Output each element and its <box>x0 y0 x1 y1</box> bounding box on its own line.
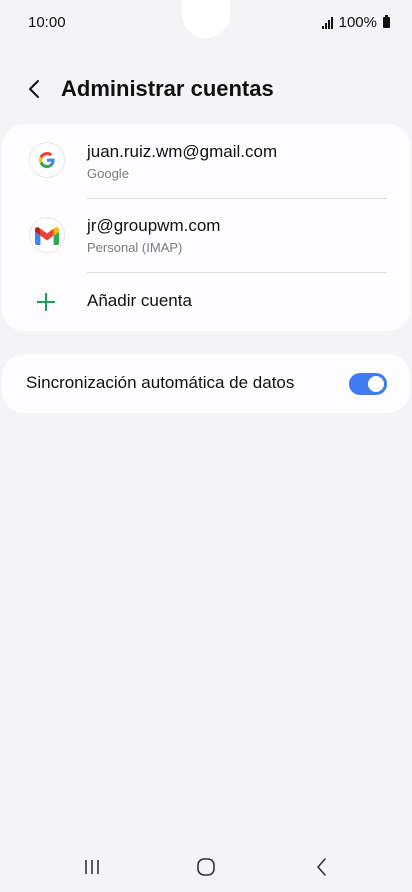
accounts-card: juan.ruiz.wm@gmail.com Google jr@groupwm… <box>2 124 410 331</box>
status-bar: 10:00 100% <box>0 0 412 44</box>
app-header: Administrar cuentas <box>0 70 412 110</box>
sync-label: Sincronización automática de datos <box>26 373 295 392</box>
back-arrow-icon[interactable] <box>24 78 46 100</box>
home-icon[interactable] <box>192 855 220 879</box>
account-row-google[interactable]: juan.ruiz.wm@gmail.com Google <box>2 124 410 198</box>
sync-card[interactable]: Sincronización automática de datos <box>2 354 410 413</box>
sync-toggle[interactable] <box>349 373 387 395</box>
back-nav-icon[interactable] <box>308 855 336 879</box>
battery-icon <box>383 15 390 28</box>
plus-icon <box>37 293 55 311</box>
gmail-icon <box>30 218 64 252</box>
account-email: jr@groupwm.com <box>87 216 221 235</box>
status-time: 10:00 <box>28 14 66 31</box>
add-account-label: Añadir cuenta <box>87 291 192 310</box>
battery-percent: 100% <box>338 14 377 31</box>
navigation-bar <box>0 845 412 892</box>
signal-icon <box>321 16 333 29</box>
add-account-button[interactable]: Añadir cuenta <box>2 272 410 331</box>
google-icon <box>30 143 64 177</box>
account-row-imap[interactable]: jr@groupwm.com Personal (IMAP) <box>2 198 410 272</box>
recent-apps-icon[interactable] <box>78 855 106 879</box>
account-type: Google <box>87 166 129 181</box>
toggle-knob <box>368 376 384 392</box>
account-email: juan.ruiz.wm@gmail.com <box>87 142 278 161</box>
account-type: Personal (IMAP) <box>87 240 183 255</box>
page-title: Administrar cuentas <box>61 76 274 101</box>
status-right: 100% <box>321 14 390 31</box>
